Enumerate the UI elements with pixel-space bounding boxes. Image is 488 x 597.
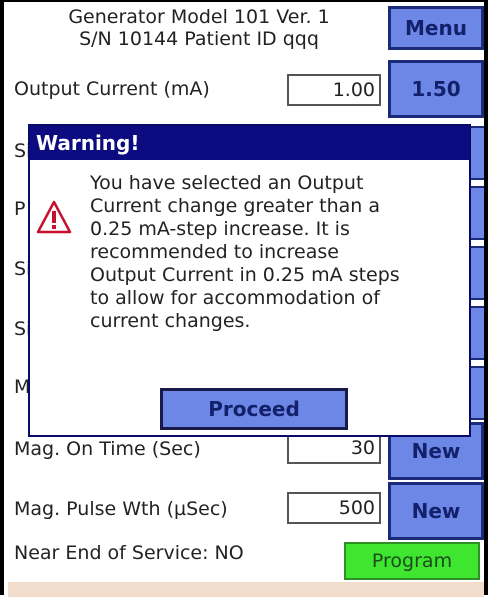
mag-pulse-width-label: Mag. Pulse Wth (µSec) [14,498,228,520]
mag-pulse-width-field[interactable]: 500 [287,492,381,524]
output-current-field[interactable]: 1.00 [287,74,381,106]
warning-dialog: Warning! You have selected an Output Cur… [28,124,471,437]
mag-on-time-label: Mag. On Time (Sec) [14,438,201,460]
program-button[interactable]: Program [344,542,480,580]
header-model: Generator Model 101 Ver. 1 [68,6,330,28]
output-current-value-button[interactable]: 1.50 [388,60,484,118]
warning-triangle-icon [36,200,72,234]
dialog-title: Warning! [30,126,469,160]
near-end-of-service-status: Near End of Service: NO [14,542,244,564]
output-current-label: Output Current (mA) [14,78,210,100]
dialog-message: You have selected an Output Current chan… [90,172,400,332]
proceed-button[interactable]: Proceed [160,388,348,430]
hidden-row-fragment: P [14,198,26,220]
mag-pulse-width-new-button[interactable]: New [388,482,484,540]
header-serial-patient: S/N 10144 Patient ID qqq [79,28,319,50]
menu-button[interactable]: Menu [388,6,484,50]
